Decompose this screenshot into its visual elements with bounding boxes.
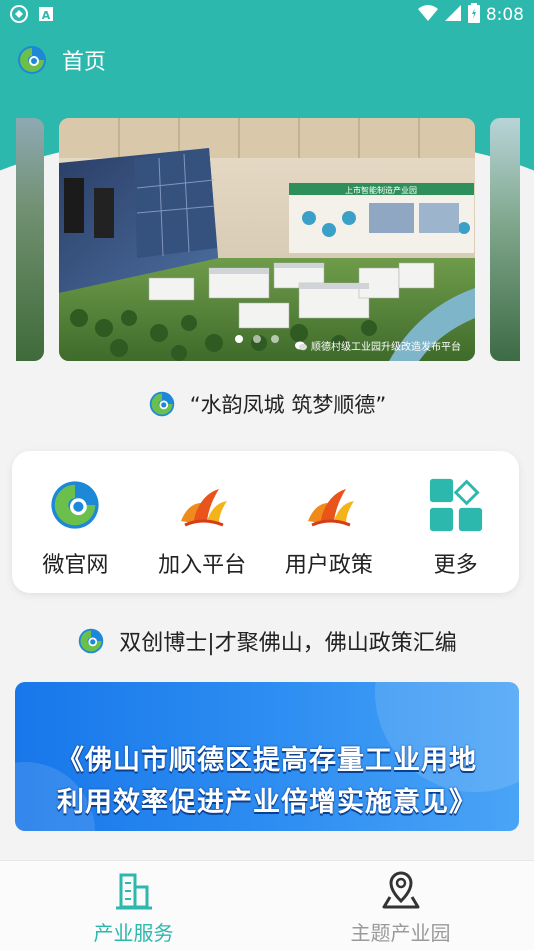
exhibition-sign-text: 上市智能制造产业园 [345, 185, 417, 195]
banner-line-1: 《佛山市顺德区提高存量工业用地 [57, 745, 477, 776]
quick-menu-card: 微官网 加入平台 用户政策 更多 [12, 451, 519, 593]
status-bar: A 8:08 [0, 0, 534, 28]
wifi-icon [417, 4, 438, 26]
banner-line-2: 利用效率促进产业倍增实施意见》 [57, 787, 477, 818]
menu-label: 加入平台 [158, 553, 247, 578]
carousel-prev-slide[interactable] [16, 118, 44, 361]
bottom-navigation: 产业服务 主题产业园 [0, 860, 534, 950]
buildings-icon [113, 869, 155, 911]
policy-headline-text: 双创博士|才聚佛山，佛山政策汇编 [119, 631, 457, 656]
carousel-indicator [235, 335, 279, 343]
nav-label: 产业服务 [93, 921, 174, 945]
menu-item-user-policy[interactable]: 用户政策 [266, 451, 393, 593]
menu-label: 用户政策 [284, 553, 373, 578]
grid-more-icon [428, 477, 484, 533]
carousel-dot[interactable] [235, 335, 243, 343]
app-logo-icon [16, 44, 48, 76]
wechat-icon [295, 341, 307, 351]
carousel-dot[interactable] [253, 335, 261, 343]
image-carousel[interactable]: 上市智能制造产业园 顺德村级工业园升级改造发布平台 [0, 118, 534, 363]
sync-icon [10, 5, 28, 27]
menu-item-micro-site[interactable]: 微官网 [12, 451, 139, 593]
carousel-slide[interactable]: 上市智能制造产业园 顺德村级工业园升级改造发布平台 [59, 118, 475, 361]
menu-label: 更多 [433, 553, 478, 578]
phoenix-icon [174, 477, 230, 533]
battery-icon [467, 3, 480, 27]
policy-banner[interactable]: 《佛山市顺德区提高存量工业用地 利用效率促进产业倍增实施意见》 [15, 682, 519, 831]
map-pin-icon [380, 869, 422, 911]
app-bar: 首页 [0, 36, 534, 84]
carousel-dot[interactable] [271, 335, 279, 343]
policy-headline[interactable]: 双创博士|才聚佛山，佛山政策汇编 [0, 624, 534, 658]
nav-label: 主题产业园 [350, 921, 451, 945]
a-notification-icon: A [38, 6, 54, 26]
slogan-text: “水韵凤城 筑梦顺德” [189, 393, 387, 417]
carousel-next-slide[interactable] [490, 118, 520, 361]
svg-text:A: A [42, 9, 51, 22]
swirl-logo-icon [148, 390, 176, 418]
status-time: 8:08 [485, 5, 524, 25]
phoenix-icon [301, 477, 357, 533]
menu-item-more[interactable]: 更多 [392, 451, 519, 593]
nav-tab-theme-park[interactable]: 主题产业园 [267, 861, 534, 950]
industrial-park-model-image: 上市智能制造产业园 [59, 118, 475, 361]
menu-item-join-platform[interactable]: 加入平台 [139, 451, 266, 593]
page-title: 首页 [62, 50, 107, 75]
swirl-logo-icon [77, 627, 105, 655]
slide-caption: 顺德村级工业园升级改造发布平台 [295, 338, 461, 353]
menu-label: 微官网 [42, 553, 109, 578]
slogan: “水韵凤城 筑梦顺德” [0, 388, 534, 420]
slide-caption-text: 顺德村级工业园升级改造发布平台 [311, 342, 461, 353]
cellular-icon [444, 4, 462, 26]
swirl-logo-icon [47, 477, 103, 533]
nav-tab-industry-service[interactable]: 产业服务 [0, 861, 267, 950]
